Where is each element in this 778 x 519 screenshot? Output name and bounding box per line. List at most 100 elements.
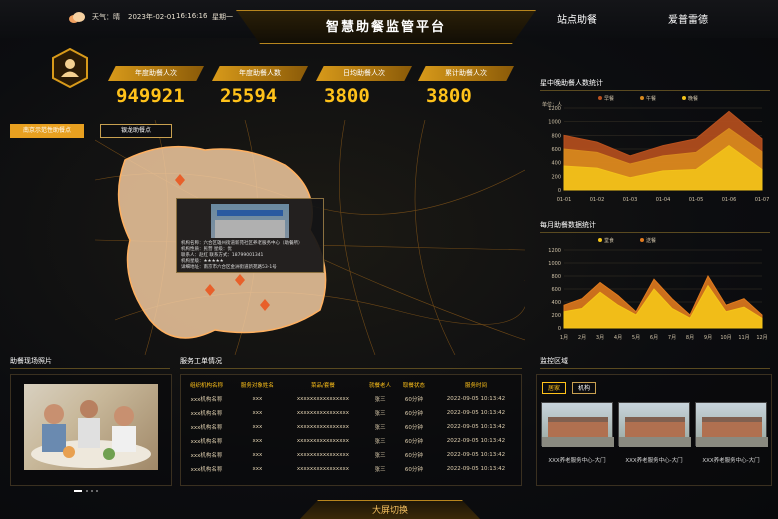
y-tick-label: 600 — [551, 147, 561, 153]
y-tick-label: 200 — [551, 174, 561, 180]
legend-label: 送餐 — [646, 237, 656, 244]
stat-label-2: 日均助餐人次 — [316, 66, 412, 81]
x-tick-label: 01-02 — [590, 197, 605, 203]
camera-feed[interactable] — [618, 402, 691, 447]
table-cell: xxx — [252, 466, 263, 472]
time-text: 16:16:16 — [176, 12, 208, 20]
legend-label: 午餐 — [646, 95, 656, 102]
table-cell: 60分钟 — [404, 425, 423, 431]
x-tick-label: 10月 — [720, 335, 731, 341]
x-tick-label: 7月 — [668, 335, 676, 341]
table-cell: 张三 — [374, 411, 386, 417]
legend-label: 晚餐 — [688, 95, 698, 102]
x-tick-label: 1月 — [560, 335, 568, 341]
camera-feed[interactable] — [695, 402, 768, 447]
y-tick-label: 600 — [551, 287, 561, 293]
monitor-tab-home[interactable]: 居家 — [542, 382, 566, 394]
legend-label: 堂食 — [604, 237, 614, 244]
table-cell: 2022-09-05 10:13:42 — [446, 424, 506, 430]
weekday-text: 星期一 — [212, 13, 233, 21]
stat-label-3: 累计助餐人次 — [418, 66, 514, 81]
monitor-tab-institution[interactable]: 机构 — [572, 382, 596, 394]
user-badge-icon — [50, 47, 90, 89]
legend-swatch — [682, 96, 686, 100]
table-cell: xxxxxxxxxxxxxxxx — [296, 452, 349, 458]
table-cell: xxx机构名称 — [190, 453, 223, 459]
y-tick-label: 200 — [551, 313, 561, 319]
table-row[interactable]: xxx机构名称 xxx xxxxxxxxxxxxxxxx 张三 60分钟 2022-09-… — [181, 434, 521, 448]
y-tick-label: 0 — [558, 326, 561, 332]
chart2-title: 每月助餐数据统计 — [540, 220, 770, 233]
table-row[interactable]: xxx机构名称 xxx xxxxxxxxxxxxxxxx 张三 60分钟 2022-09-… — [181, 420, 521, 434]
table-cell: 张三 — [374, 425, 386, 431]
carousel-dots[interactable] — [74, 478, 104, 492]
y-tick-label: 400 — [551, 300, 561, 306]
camera-feed[interactable] — [541, 402, 614, 447]
x-tick-label: 01-04 — [656, 197, 671, 203]
stat-value-2: 3800 — [324, 85, 370, 107]
table-cell: xxx — [252, 424, 263, 430]
dashboard: 天气：晴 2023年-02-01 16:16:16 星期一 智慧助餐监管平台 站… — [0, 0, 778, 519]
x-tick-label: 2月 — [578, 335, 586, 341]
x-tick-label: 11月 — [738, 335, 749, 341]
x-tick-label: 9月 — [704, 335, 712, 341]
table-cell: 60分钟 — [404, 397, 423, 403]
y-tick-label: 0 — [558, 188, 561, 194]
map-popup: 机构名称：六合区雄州街道新苑社区养老服务中心（助餐所） 机构性质：民营 星级：优联… — [176, 198, 324, 273]
popup-building-image — [211, 204, 289, 238]
table-row[interactable]: xxx机构名称 xxx xxxxxxxxxxxxxxxx 张三 60分钟 2022-09-… — [181, 462, 521, 476]
orders-col-header: 就餐老人 — [369, 383, 392, 389]
table-cell: 2022-09-05 10:13:42 — [446, 396, 506, 402]
table-cell: xxx — [252, 410, 263, 416]
orders-col-header: 服务对象姓名 — [240, 383, 274, 389]
nav-station[interactable]: 站点助餐 — [557, 11, 597, 26]
table-row[interactable]: xxx机构名称 xxx xxxxxxxxxxxxxxxx 张三 60分钟 2022-09-… — [181, 406, 521, 420]
table-cell: 60分钟 — [404, 467, 423, 473]
map-btn-other[interactable]: 银龙助餐点 — [100, 124, 172, 138]
table-row[interactable]: xxx机构名称 xxx xxxxxxxxxxxxxxxx 张三 60分钟 2022-09-… — [181, 448, 521, 462]
legend-swatch — [598, 96, 602, 100]
table-cell: xxx机构名称 — [190, 411, 223, 417]
x-tick-label: 01-03 — [623, 197, 638, 203]
table-cell: 2022-09-05 10:13:42 — [446, 466, 506, 472]
orders-col-header: 服务时间 — [464, 383, 487, 389]
camera-label: XXX养老服务中心-大门 — [702, 458, 760, 464]
table-row[interactable]: xxx机构名称 xxx xxxxxxxxxxxxxxxx 张三 60分钟 2022-09-… — [181, 392, 521, 406]
nav-brand[interactable]: 爱普雷德 — [668, 11, 708, 26]
map-btn-active[interactable]: 南京示范性助餐点 — [10, 124, 84, 138]
x-tick-label: 5月 — [632, 335, 640, 341]
stat-value-0: 949921 — [116, 85, 185, 107]
table-cell: 60分钟 — [404, 439, 423, 445]
stat-value-3: 3800 — [426, 85, 472, 107]
table-cell: 2022-09-05 10:13:42 — [446, 438, 506, 444]
y-tick-label: 1200 — [548, 248, 561, 254]
chart1: 0 200 400 600 800 1000 1200 01-01 01-02 01-03 01-0… — [540, 92, 770, 204]
orders-col-header: 菜品/套餐 — [310, 383, 335, 389]
legend-swatch — [640, 238, 644, 242]
y-tick-label: 800 — [551, 274, 561, 280]
chart1-title: 星中晚助餐人数统计 — [540, 78, 770, 91]
date-text: 2023年-02-01 — [128, 13, 176, 21]
orders-title: 服务工单情况 — [180, 356, 522, 369]
orders-col-header: 组织机构名称 — [189, 383, 223, 389]
x-tick-label: 8月 — [686, 335, 694, 341]
orders-table: 组织机构名称 服务对象姓名 菜品/套餐 就餐老人 取餐状态 服务时间 xxx机构名称 xxx x… — [181, 378, 521, 476]
x-tick-label: 4月 — [614, 335, 622, 341]
legend-swatch — [598, 238, 602, 242]
chart2: 0 200 400 600 800 1000 1200 1月 2月 3月 4月 5月 6月 7月 8月 9月 1… — [540, 234, 770, 342]
table-cell: 张三 — [374, 397, 386, 403]
camera-label: XXX养老服务中心-大门 — [548, 458, 606, 464]
table-cell: xxxxxxxxxxxxxxxx — [296, 424, 349, 430]
x-tick-label: 12月 — [756, 335, 767, 341]
y-tick-label: 400 — [551, 161, 561, 167]
table-cell: 60分钟 — [404, 411, 423, 417]
camera-label: XXX养老服务中心-大门 — [625, 458, 683, 464]
dining-photo — [24, 384, 158, 470]
table-cell: xxx机构名称 — [190, 439, 223, 445]
screen-switch-button[interactable]: 大屏切换 — [300, 503, 480, 516]
page-title: 智慧助餐监管平台 — [325, 20, 446, 35]
x-tick-label: 6月 — [650, 335, 658, 341]
popup-line: 详细地址：南京市六合区金洲街道新苑路53-1号 — [181, 265, 277, 270]
orders-col-header: 取餐状态 — [402, 383, 425, 389]
table-cell: xxxxxxxxxxxxxxxx — [296, 396, 349, 402]
